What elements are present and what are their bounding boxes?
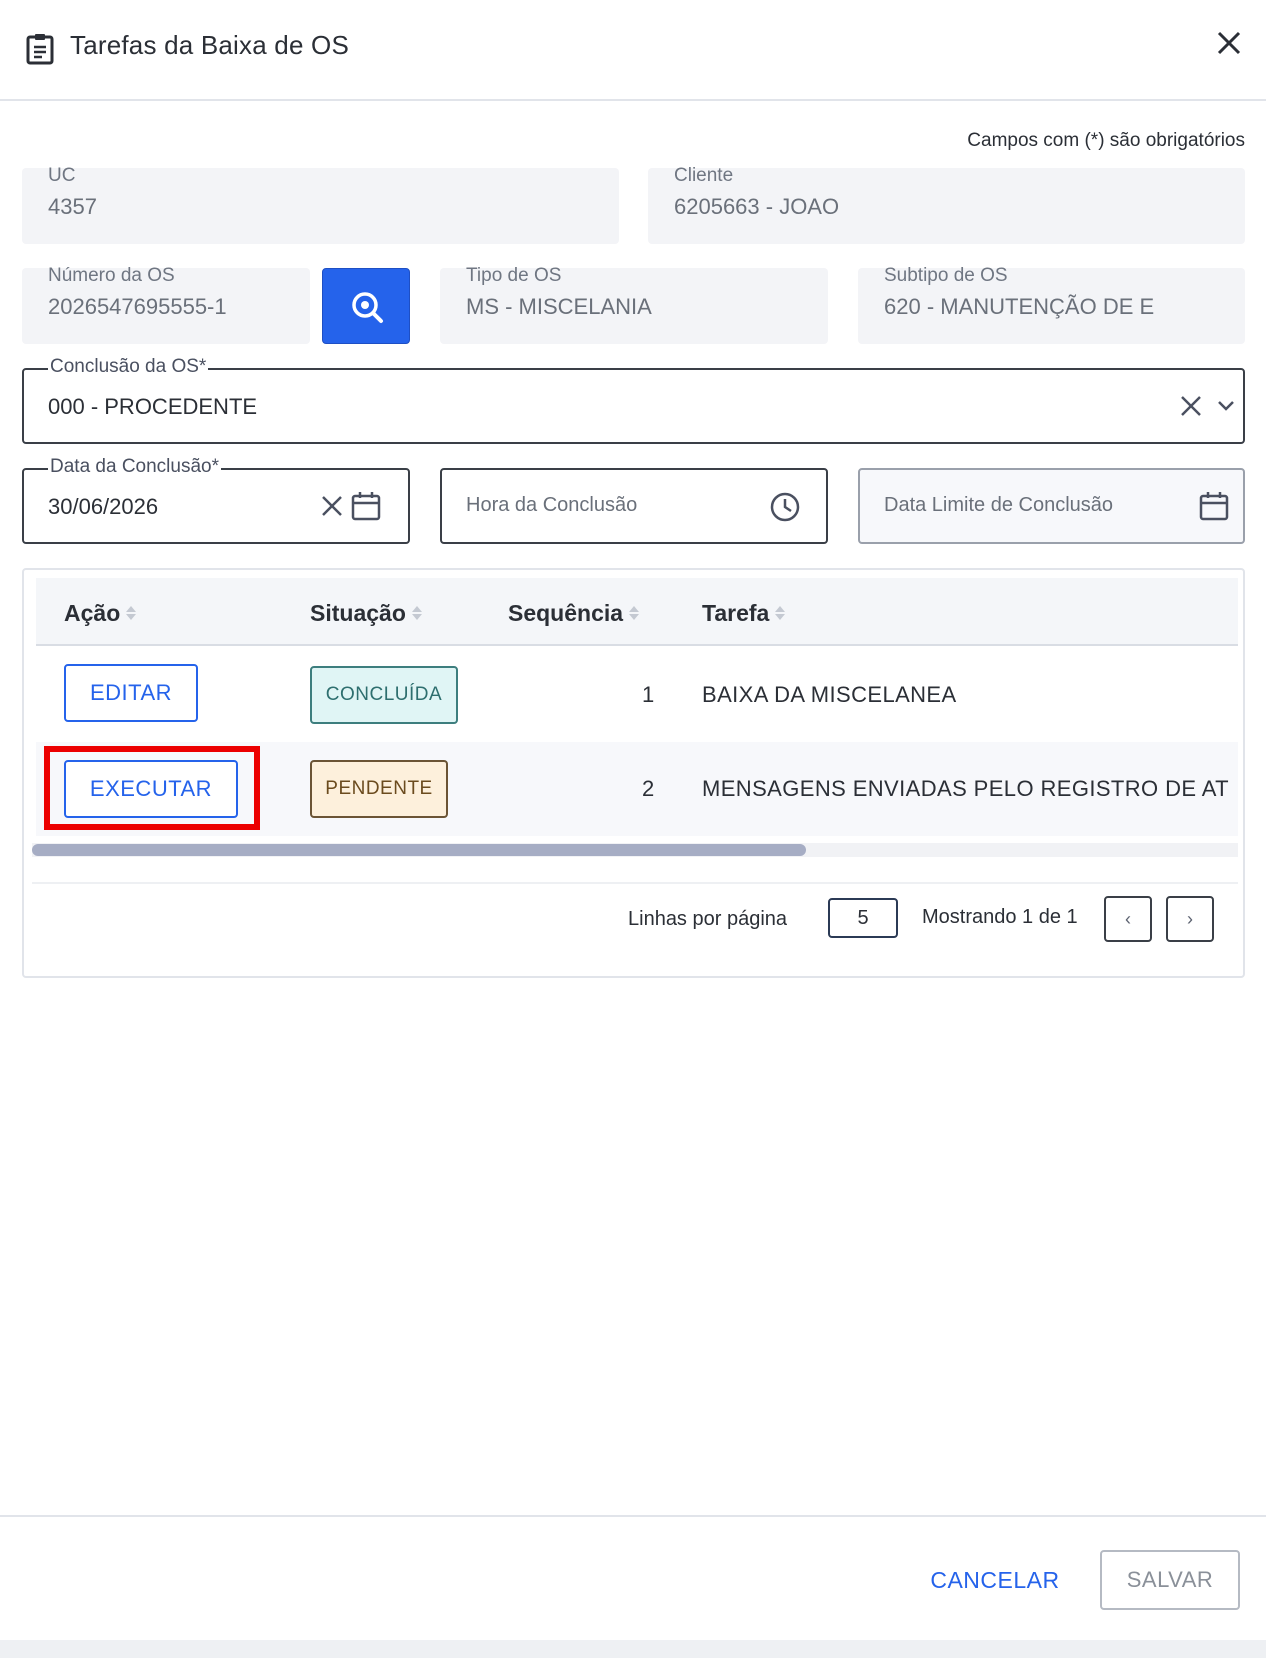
column-header-acao[interactable]: Ação bbox=[64, 600, 137, 627]
hora-conclusao-field[interactable]: Hora da Conclusão bbox=[440, 468, 828, 544]
data-limite-field[interactable]: Data Limite de Conclusão bbox=[858, 468, 1245, 544]
data-limite-placeholder: Data Limite de Conclusão bbox=[884, 494, 1114, 516]
data-conclusao-label: Data da Conclusão* bbox=[48, 456, 221, 477]
sequence-cell: 2 bbox=[642, 776, 655, 801]
sort-icon bbox=[126, 604, 137, 622]
editar-button[interactable]: EDITAR bbox=[64, 664, 198, 722]
uc-value: 4357 bbox=[48, 194, 97, 219]
data-conclusao-field[interactable]: Data da Conclusão* 30/06/2026 bbox=[22, 457, 410, 544]
dialog-title: Tarefas da Baixa de OS bbox=[70, 30, 349, 60]
tasks-table: Ação Situação Sequência Tarefa EDITAR CO… bbox=[22, 568, 1245, 978]
uc-field: UC 4357 bbox=[22, 165, 619, 244]
cliente-label: Cliente bbox=[674, 165, 734, 186]
sort-icon bbox=[775, 604, 786, 622]
status-badge: CONCLUÍDA bbox=[310, 666, 458, 724]
next-page-button[interactable]: › bbox=[1166, 896, 1214, 942]
uc-label: UC bbox=[48, 165, 76, 186]
tipo-os-label: Tipo de OS bbox=[466, 265, 562, 286]
required-fields-note: Campos com (*) são obrigatórios bbox=[967, 130, 1245, 151]
scrollbar-thumb[interactable] bbox=[32, 844, 806, 856]
horizontal-scrollbar[interactable] bbox=[32, 843, 1238, 857]
showing-label: Mostrando 1 de 1 bbox=[922, 906, 1078, 928]
close-icon[interactable] bbox=[1214, 28, 1244, 58]
numero-os-field: Número da OS 2026547695555-1 bbox=[22, 265, 310, 344]
subtipo-os-value: 620 - MANUTENÇÃO DE E bbox=[884, 294, 1155, 319]
tipo-os-field: Tipo de OS MS - MISCELANIA bbox=[440, 265, 828, 344]
tipo-os-value: MS - MISCELANIA bbox=[466, 294, 652, 319]
cliente-field: Cliente 6205663 - JOAO bbox=[648, 165, 1245, 244]
task-cell: BAIXA DA MISCELANEA bbox=[702, 682, 957, 707]
chevron-down-icon[interactable] bbox=[1216, 398, 1236, 414]
subtipo-os-label: Subtipo de OS bbox=[884, 265, 1008, 286]
calendar-icon[interactable] bbox=[350, 490, 382, 522]
status-badge: PENDENTE bbox=[310, 760, 448, 818]
rows-per-page-label: Linhas por página bbox=[628, 908, 788, 930]
clock-icon[interactable] bbox=[768, 490, 802, 524]
search-os-button[interactable] bbox=[322, 268, 410, 344]
sort-icon bbox=[411, 604, 422, 622]
table-header: Ação Situação Sequência Tarefa bbox=[36, 578, 1238, 646]
save-button[interactable]: SALVAR bbox=[1100, 1550, 1240, 1610]
footer-divider bbox=[0, 1515, 1266, 1517]
cliente-value: 6205663 - JOAO bbox=[674, 194, 840, 219]
task-cell: MENSAGENS ENVIADAS PELO REGISTRO DE AT bbox=[702, 776, 1230, 801]
column-header-sequencia[interactable]: Sequência bbox=[508, 600, 640, 627]
table-row: EXECUTAR PENDENTE 2 MENSAGENS ENVIADAS P… bbox=[36, 742, 1238, 836]
sort-icon bbox=[629, 604, 640, 622]
dialog-header: Tarefas da Baixa de OS bbox=[0, 0, 1266, 101]
pager-divider bbox=[32, 882, 1238, 884]
search-icon bbox=[352, 292, 383, 323]
subtipo-os-field: Subtipo de OS 620 - MANUTENÇÃO DE E bbox=[858, 265, 1245, 344]
executar-button[interactable]: EXECUTAR bbox=[64, 760, 238, 818]
table-row: EDITAR CONCLUÍDA 1 BAIXA DA MISCELANEA bbox=[36, 648, 1238, 742]
column-header-situacao[interactable]: Situação bbox=[310, 600, 422, 627]
conclusao-os-value: 000 - PROCEDENTE bbox=[48, 394, 258, 419]
bottom-strip bbox=[0, 1640, 1266, 1658]
clear-icon[interactable] bbox=[320, 494, 344, 518]
rows-per-page-input[interactable]: 5 bbox=[828, 898, 898, 938]
calendar-icon[interactable] bbox=[1198, 490, 1230, 522]
conclusao-os-label: Conclusão da OS* bbox=[48, 356, 209, 377]
data-conclusao-value: 30/06/2026 bbox=[48, 494, 159, 519]
conclusao-os-select[interactable]: Conclusão da OS* 000 - PROCEDENTE bbox=[22, 357, 1245, 444]
cancel-button[interactable]: CANCELAR bbox=[920, 1555, 1070, 1605]
numero-os-label: Número da OS bbox=[48, 265, 175, 286]
clipboard-icon bbox=[26, 34, 54, 65]
prev-page-button[interactable]: ‹ bbox=[1104, 896, 1152, 942]
column-header-tarefa[interactable]: Tarefa bbox=[702, 600, 786, 627]
hora-conclusao-placeholder: Hora da Conclusão bbox=[466, 494, 638, 516]
numero-os-value: 2026547695555-1 bbox=[48, 294, 227, 319]
clear-icon[interactable] bbox=[1179, 394, 1203, 418]
sequence-cell: 1 bbox=[642, 682, 655, 707]
